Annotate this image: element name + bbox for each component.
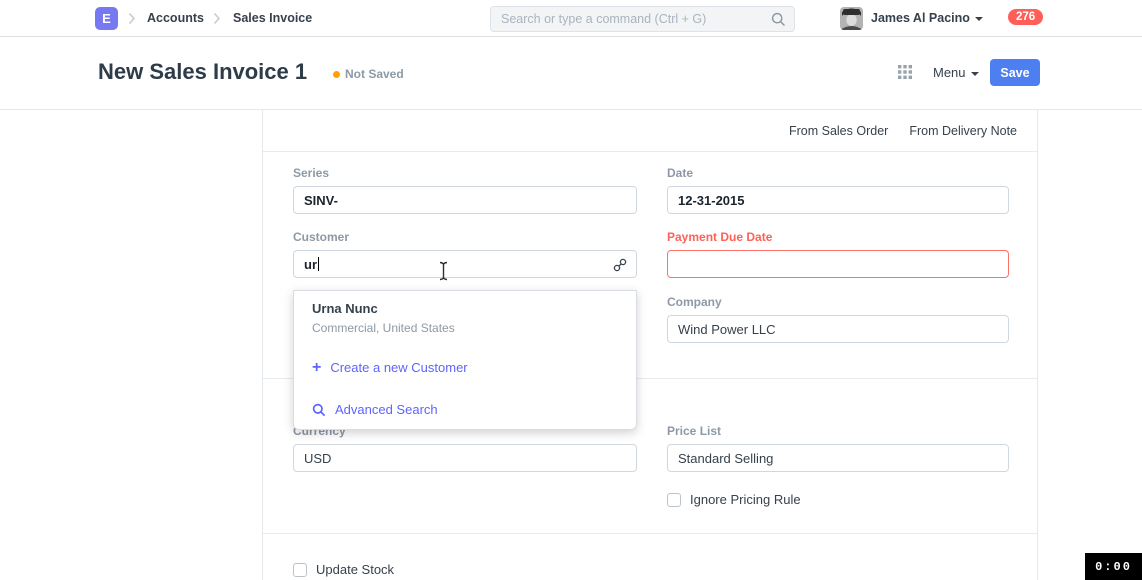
page-title: New Sales Invoice 1 bbox=[98, 59, 307, 85]
chevron-right-icon bbox=[213, 12, 221, 25]
dropdown-result-urna-nunc[interactable]: Urna Nunc Commercial, United States bbox=[294, 291, 636, 335]
link-icon[interactable] bbox=[613, 258, 627, 272]
section-divider bbox=[263, 533, 1037, 534]
date-field: Date bbox=[667, 166, 1009, 214]
advanced-search-button[interactable]: Advanced Search bbox=[312, 402, 438, 417]
create-new-customer-label: Create a new Customer bbox=[330, 360, 467, 375]
search-icon bbox=[312, 403, 326, 417]
grid-icon[interactable] bbox=[898, 65, 912, 79]
result-subtitle: Commercial, United States bbox=[312, 321, 618, 335]
recording-timer: 0:00 bbox=[1085, 553, 1142, 580]
not-saved-dot-icon bbox=[333, 71, 340, 78]
search-icon bbox=[771, 12, 786, 27]
from-sales-order-button[interactable]: From Sales Order bbox=[789, 124, 888, 138]
customer-input[interactable]: ur bbox=[293, 250, 637, 278]
save-button[interactable]: Save bbox=[990, 59, 1040, 86]
caret-down-icon bbox=[975, 17, 983, 21]
form-actions: From Sales Order From Delivery Note bbox=[263, 110, 1037, 152]
series-input[interactable] bbox=[293, 186, 637, 214]
customer-input-value: ur bbox=[304, 257, 317, 272]
avatar-image bbox=[840, 7, 863, 30]
company-field: Company bbox=[667, 295, 1009, 343]
price-list-label: Price List bbox=[667, 424, 1009, 438]
result-title: Urna Nunc bbox=[312, 301, 618, 316]
update-stock-label: Update Stock bbox=[316, 562, 394, 577]
app-window: E Accounts Sales Invoice Ja bbox=[0, 0, 1142, 580]
price-list-input[interactable] bbox=[667, 444, 1009, 472]
search-input[interactable] bbox=[491, 7, 794, 31]
menu-label: Menu bbox=[933, 65, 966, 80]
customer-autocomplete-dropdown: Urna Nunc Commercial, United States + Cr… bbox=[293, 290, 637, 430]
update-stock-checkbox[interactable]: Update Stock bbox=[293, 562, 394, 577]
advanced-search-label: Advanced Search bbox=[335, 402, 438, 417]
payment-due-date-label: Payment Due Date bbox=[667, 230, 1009, 244]
create-new-customer-button[interactable]: + Create a new Customer bbox=[312, 360, 468, 375]
payment-due-date-input[interactable] bbox=[667, 250, 1009, 278]
customer-field: Customer ur bbox=[293, 230, 637, 278]
from-delivery-note-button[interactable]: From Delivery Note bbox=[909, 124, 1017, 138]
ignore-pricing-rule-checkbox[interactable]: Ignore Pricing Rule bbox=[667, 492, 801, 507]
breadcrumb-accounts[interactable]: Accounts bbox=[147, 0, 204, 36]
breadcrumb-sales-invoice[interactable]: Sales Invoice bbox=[233, 0, 312, 36]
checkbox-box[interactable] bbox=[667, 493, 681, 507]
plus-icon: + bbox=[312, 361, 321, 374]
notification-badge[interactable]: 276 bbox=[1008, 9, 1043, 25]
status-badge: Not Saved bbox=[345, 67, 404, 81]
chevron-right-icon bbox=[128, 12, 136, 25]
ignore-pricing-rule-label: Ignore Pricing Rule bbox=[690, 492, 801, 507]
page-head: New Sales Invoice 1 Not Saved Menu Save bbox=[0, 37, 1142, 110]
series-label: Series bbox=[293, 166, 637, 180]
form-card: From Sales Order From Delivery Note Seri… bbox=[262, 110, 1038, 580]
app-logo[interactable]: E bbox=[95, 7, 118, 30]
checkbox-box[interactable] bbox=[293, 563, 307, 577]
user-menu[interactable]: James Al Pacino bbox=[871, 0, 983, 37]
currency-field: Currency bbox=[293, 424, 637, 472]
series-field: Series bbox=[293, 166, 637, 214]
company-input[interactable] bbox=[667, 315, 1009, 343]
currency-input[interactable] bbox=[293, 444, 637, 472]
payment-due-date-field: Payment Due Date bbox=[667, 230, 1009, 278]
price-list-field: Price List bbox=[667, 424, 1009, 472]
navbar: E Accounts Sales Invoice Ja bbox=[0, 0, 1142, 37]
company-label: Company bbox=[667, 295, 1009, 309]
user-name-label: James Al Pacino bbox=[871, 11, 970, 25]
caret-down-icon bbox=[971, 72, 979, 76]
customer-label: Customer bbox=[293, 230, 637, 244]
global-search bbox=[490, 6, 795, 32]
menu-dropdown[interactable]: Menu bbox=[933, 63, 979, 83]
avatar[interactable] bbox=[840, 7, 863, 30]
date-input[interactable] bbox=[667, 186, 1009, 214]
date-label: Date bbox=[667, 166, 1009, 180]
text-insertion-caret bbox=[318, 257, 319, 271]
